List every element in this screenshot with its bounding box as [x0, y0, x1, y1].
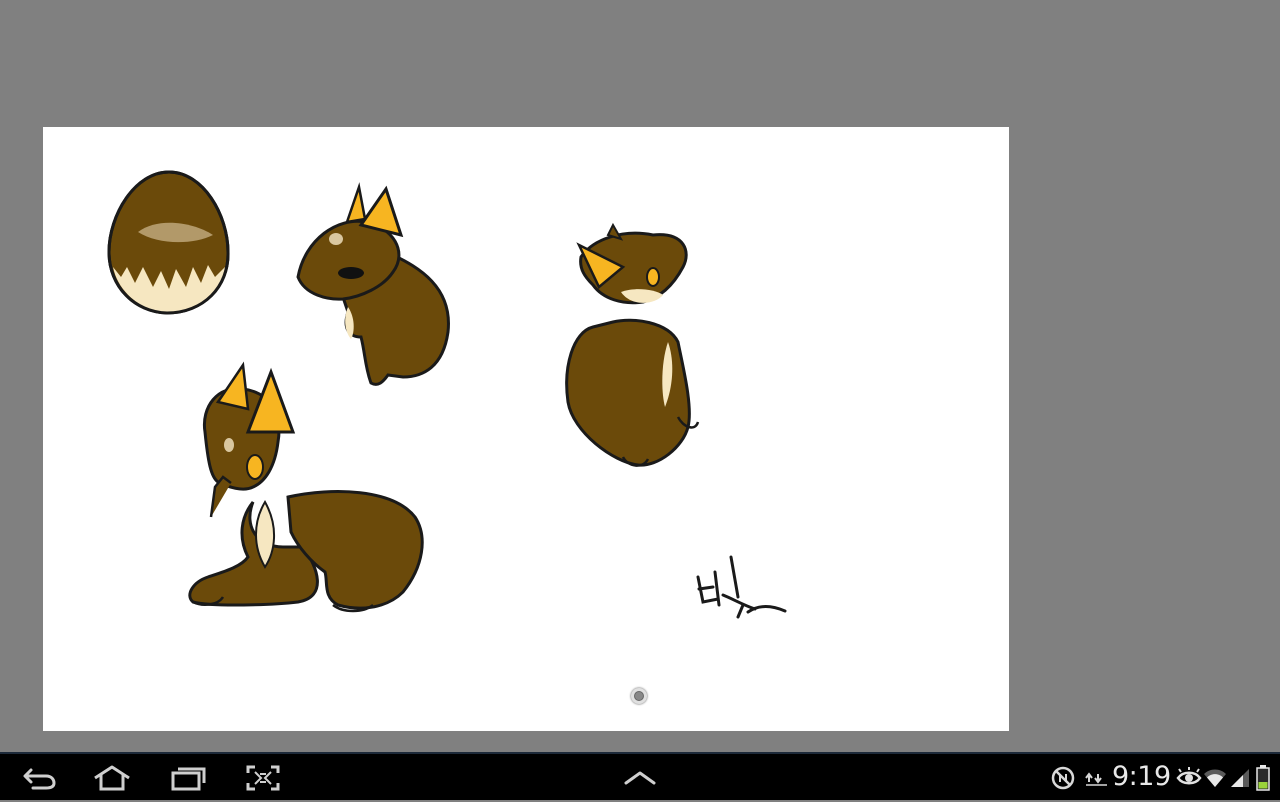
egg-drawing: [107, 170, 230, 315]
artwork: [107, 170, 787, 619]
back-icon[interactable]: [17, 762, 61, 794]
system-bar: 9:19: [0, 752, 1280, 800]
wifi-icon: [1203, 754, 1227, 802]
standing-pup-drawing: [296, 182, 450, 386]
clock-time: 9:19: [1112, 761, 1171, 792]
sitting-pup-drawing: [565, 222, 700, 467]
recent-apps-icon[interactable]: [166, 762, 210, 794]
data-transfer-icon: [1085, 754, 1109, 802]
radio-dot-icon[interactable]: [631, 688, 647, 704]
battery-icon: [1256, 754, 1270, 802]
signal-icon: [1229, 754, 1251, 802]
lying-pup-drawing: [188, 361, 424, 613]
menu-up-icon[interactable]: [618, 762, 662, 794]
workspace[interactable]: [0, 0, 1280, 752]
screenshot-icon[interactable]: [241, 762, 285, 794]
no-sync-icon: [1050, 754, 1076, 802]
drawing-canvas[interactable]: [43, 127, 1009, 731]
artist-signature: [696, 555, 787, 619]
eye-icon: [1176, 754, 1202, 802]
home-icon[interactable]: [90, 762, 134, 794]
